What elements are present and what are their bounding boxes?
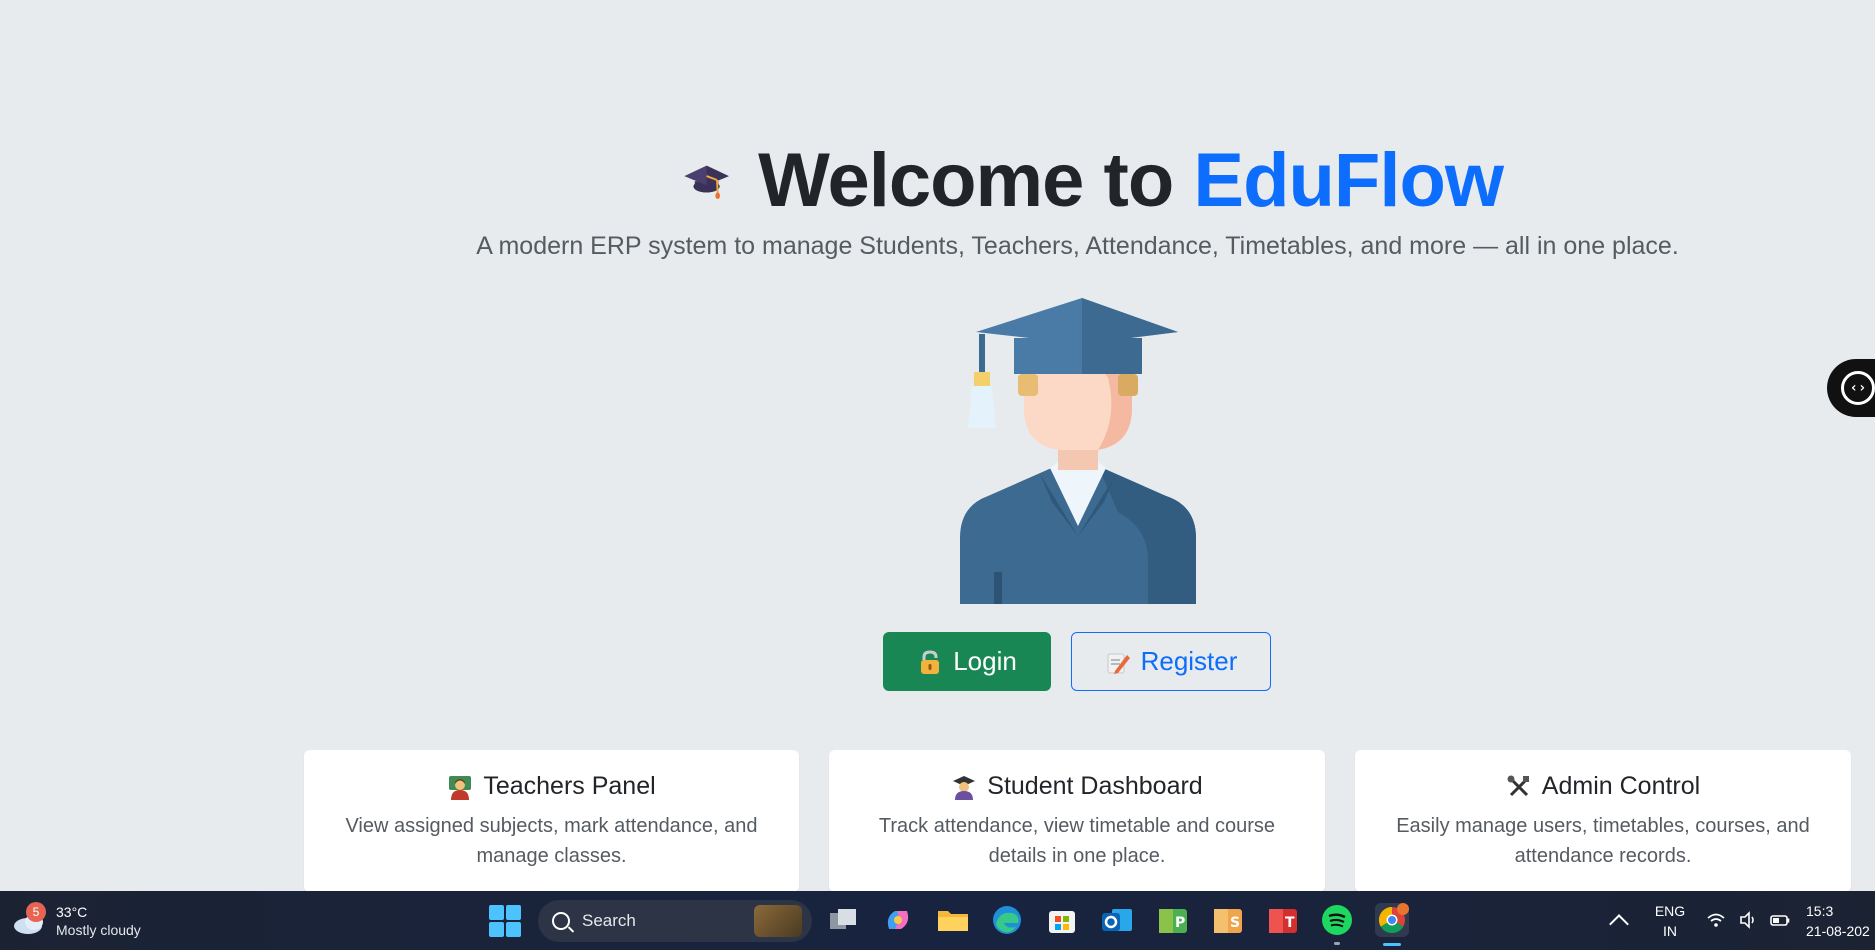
graduate-illustration bbox=[960, 298, 1196, 604]
battery-icon bbox=[1770, 915, 1790, 926]
weather-badge: 5 bbox=[26, 902, 46, 922]
weather-temp: 33°C bbox=[56, 904, 88, 920]
hero-title: Welcome to EduFlow bbox=[683, 138, 1504, 223]
memo-icon bbox=[1107, 653, 1130, 674]
windows-start-icon[interactable] bbox=[489, 905, 521, 937]
search-highlight-image bbox=[754, 905, 802, 937]
card-title: Student Dashboard bbox=[829, 772, 1325, 801]
chevron-up-icon[interactable] bbox=[1609, 914, 1629, 934]
search-icon bbox=[552, 912, 570, 930]
lock-icon bbox=[921, 649, 940, 674]
card-description: Easily manage users, timetables, courses… bbox=[1396, 815, 1810, 867]
login-label: Login bbox=[953, 646, 1017, 676]
admin-control-card: Admin Control Easily manage users, timet… bbox=[1355, 750, 1851, 892]
taskbar-search[interactable]: Search bbox=[538, 900, 812, 942]
brand-name: EduFlow bbox=[1193, 137, 1504, 223]
chrome-active-indicator bbox=[1383, 943, 1401, 946]
language-code: ENG bbox=[1654, 903, 1686, 919]
card-title-text: Teachers Panel bbox=[483, 772, 656, 800]
search-placeholder: Search bbox=[582, 911, 636, 930]
card-title-text: Admin Control bbox=[1541, 772, 1701, 800]
svg-text:S: S bbox=[1230, 915, 1240, 931]
spotify-icon[interactable] bbox=[1320, 903, 1354, 937]
clock[interactable]: 15:3 21-08-202 bbox=[1806, 901, 1875, 941]
taskbar: 5 33°C Mostly cloudy Search P S T ENG IN… bbox=[0, 891, 1875, 950]
register-button[interactable]: Register bbox=[1071, 632, 1271, 691]
spotify-running-indicator bbox=[1334, 942, 1340, 945]
student-emoji-icon bbox=[953, 775, 976, 800]
floating-devtools-widget[interactable]: ‹› bbox=[1827, 359, 1875, 417]
file-explorer-icon[interactable] bbox=[936, 903, 970, 937]
cloud-icon: 5 bbox=[12, 902, 48, 936]
register-label: Register bbox=[1140, 646, 1238, 676]
svg-text:T: T bbox=[1285, 915, 1295, 931]
clock-date: 21-08-202 bbox=[1806, 923, 1870, 939]
card-title-text: Student Dashboard bbox=[987, 772, 1203, 800]
teacher-emoji-icon bbox=[449, 775, 472, 800]
sway-app-icon[interactable]: S bbox=[1210, 903, 1244, 937]
language-region: IN bbox=[1663, 923, 1677, 939]
login-button[interactable]: Login bbox=[883, 632, 1051, 691]
clock-time: 15:3 bbox=[1806, 903, 1834, 919]
volume-icon bbox=[1740, 911, 1754, 929]
edge-browser-icon[interactable] bbox=[990, 903, 1024, 937]
todo-app-icon[interactable]: T bbox=[1265, 903, 1299, 937]
system-tray[interactable] bbox=[1706, 910, 1790, 930]
code-icon: ‹› bbox=[1841, 371, 1875, 405]
project-app-icon[interactable]: P bbox=[1155, 903, 1189, 937]
microsoft-store-icon[interactable] bbox=[1045, 903, 1079, 937]
tools-icon bbox=[1507, 775, 1529, 796]
card-description: View assigned subjects, mark attendance,… bbox=[345, 815, 758, 867]
card-description: Track attendance, view timetable and cou… bbox=[878, 815, 1276, 867]
language-indicator[interactable]: ENG IN bbox=[1650, 901, 1690, 941]
outlook-icon[interactable] bbox=[1100, 903, 1134, 937]
weather-widget[interactable]: 5 33°C Mostly cloudy bbox=[12, 899, 141, 943]
card-title: Teachers Panel bbox=[304, 772, 799, 801]
wifi-icon bbox=[1707, 913, 1725, 927]
task-view-icon[interactable] bbox=[826, 903, 860, 937]
graduation-cap-icon bbox=[684, 165, 729, 199]
teachers-panel-card: Teachers Panel View assigned subjects, m… bbox=[304, 750, 799, 892]
copilot-icon[interactable] bbox=[881, 903, 915, 937]
weather-condition: Mostly cloudy bbox=[56, 922, 141, 938]
student-dashboard-card: Student Dashboard Track attendance, view… bbox=[829, 750, 1325, 892]
svg-text:P: P bbox=[1175, 915, 1185, 931]
card-title: Admin Control bbox=[1355, 772, 1851, 801]
chrome-browser-icon[interactable] bbox=[1375, 903, 1409, 937]
hero-subtitle: A modern ERP system to manage Students, … bbox=[476, 232, 1679, 260]
page-title-prefix: Welcome to bbox=[758, 137, 1194, 223]
page-title: Welcome to EduFlow bbox=[758, 137, 1504, 224]
